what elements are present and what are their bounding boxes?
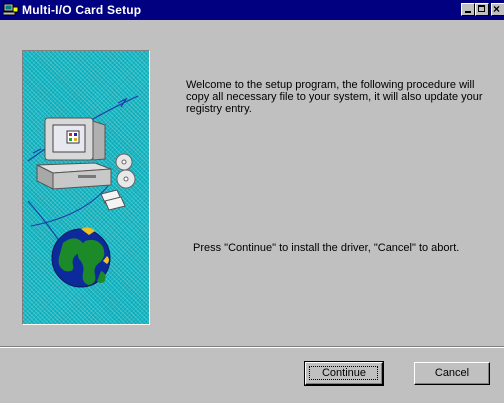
continue-button[interactable]: Continue [304,361,384,386]
title-bar[interactable]: Multi-I/O Card Setup × [0,0,504,20]
setup-illustration-panel [22,50,150,325]
window-title: Multi-I/O Card Setup [22,3,142,17]
footer-separator [0,346,504,348]
minimize-button[interactable] [461,3,475,16]
maximize-icon [478,5,485,12]
cancel-button[interactable]: Cancel [414,362,490,385]
cancel-button-label: Cancel [434,367,470,379]
maximize-button[interactable] [475,3,489,16]
focus-rectangle [309,366,378,380]
setup-computer-icon [2,2,19,18]
instruction-text: Press "Continue" to install the driver, … [193,242,460,254]
close-icon: × [493,2,501,16]
computer-globe-illustration [27,95,139,288]
close-button[interactable]: × [491,2,504,16]
welcome-text: Welcome to the setup program, the follow… [186,79,483,115]
minimize-icon [465,11,471,13]
setup-window: Multi-I/O Card Setup × Welcome to the se… [0,0,504,403]
